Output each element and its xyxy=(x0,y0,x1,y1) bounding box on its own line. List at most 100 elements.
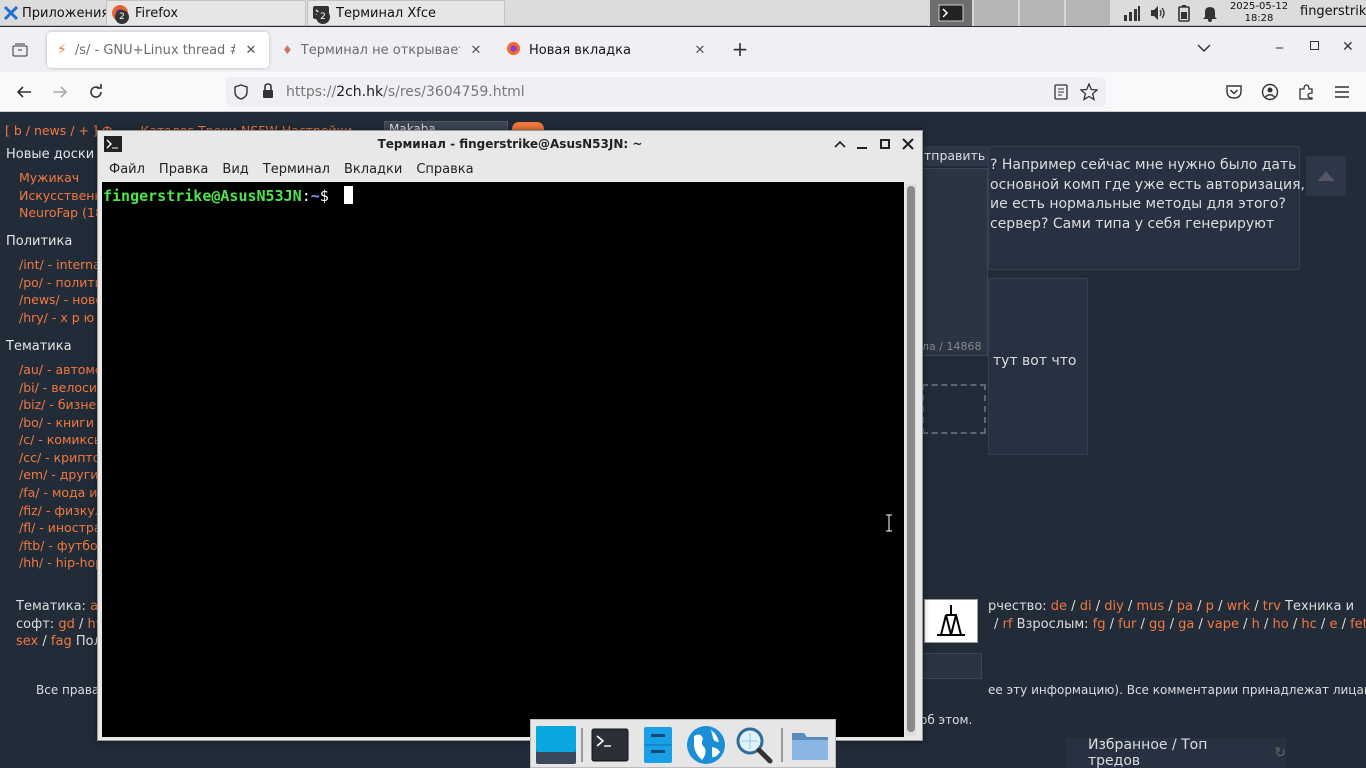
tab-new-tab[interactable]: Новая вкладка ✕ xyxy=(496,32,718,68)
maximize-window-icon[interactable] xyxy=(1310,41,1319,50)
terminal-window[interactable]: Терминал - fingerstrike@AsusN53JN: ~ Фай… xyxy=(97,130,923,741)
footer-link[interactable]: ho xyxy=(1273,617,1289,632)
board-link[interactable]: /c/ - комиксы xyxy=(19,432,104,447)
top-nav-text[interactable]: [ b / news / + ] xyxy=(5,123,102,138)
menu-help[interactable]: Справка xyxy=(416,162,473,177)
footer-link[interactable]: mus xyxy=(1136,599,1164,614)
lock-icon[interactable] xyxy=(261,83,275,99)
menu-view[interactable]: Вид xyxy=(222,162,248,177)
tab-s-gnu-linux[interactable]: ⚡ /s/ - GNU+Linux thread #205 ✕ xyxy=(47,32,269,68)
task-firefox[interactable]: 2 Firefox xyxy=(106,0,306,26)
network-icon[interactable] xyxy=(1122,3,1142,23)
footer-link[interactable]: gd xyxy=(58,617,75,632)
minimize-window-icon[interactable]: ‒ xyxy=(1275,40,1284,56)
new-tab-plus-icon[interactable]: + xyxy=(730,38,750,60)
menu-edit[interactable]: Правка xyxy=(159,162,208,177)
captcha-input[interactable] xyxy=(922,653,982,679)
footer-link[interactable]: sex xyxy=(16,634,38,649)
close-icon[interactable] xyxy=(901,137,915,151)
favorites-panel[interactable]: Избранное / Топ тредов ↻ xyxy=(1066,737,1286,768)
close-icon[interactable]: ✕ xyxy=(692,43,708,58)
menu-tabs[interactable]: Вкладки xyxy=(344,162,402,177)
footer-link[interactable]: hc xyxy=(1301,617,1316,632)
footer-link[interactable]: wrk xyxy=(1227,599,1251,614)
footer-link[interactable]: h xyxy=(1252,617,1260,632)
menu-file[interactable]: Файл xyxy=(109,162,145,177)
board-link[interactable]: /bi/ - велосип xyxy=(19,380,105,395)
web-browser-globe-icon[interactable] xyxy=(685,724,727,766)
refresh-icon[interactable]: ↻ xyxy=(1274,745,1286,761)
board-link[interactable]: /fiz/ - физкул xyxy=(19,503,103,518)
close-icon[interactable]: ✕ xyxy=(468,43,484,58)
board-link[interactable]: /fa/ - мода и xyxy=(19,485,97,500)
shield-icon[interactable] xyxy=(233,84,249,100)
close-icon[interactable]: ✕ xyxy=(243,43,259,58)
reload-icon[interactable] xyxy=(84,80,108,104)
send-button[interactable]: тправить xyxy=(922,146,988,166)
footer-link[interactable]: fg xyxy=(1093,617,1106,632)
footer-link[interactable]: gg xyxy=(1149,617,1166,632)
terminal-scrollbar[interactable] xyxy=(906,184,916,736)
pocket-icon[interactable] xyxy=(1225,84,1243,100)
maximize-icon[interactable] xyxy=(878,137,892,151)
terminal-output[interactable]: fingerstrike@AsusN53JN:~$ xyxy=(102,182,904,737)
extensions-puzzle-icon[interactable] xyxy=(1297,83,1315,101)
board-link[interactable]: /au/ - автомо xyxy=(19,362,103,377)
board-link[interactable]: /em/ - другие xyxy=(19,467,106,482)
board-link[interactable]: /bo/ - книги xyxy=(19,415,94,430)
user-menu[interactable]: fingerstrike xyxy=(1300,0,1366,26)
tab-groups-icon[interactable] xyxy=(10,40,30,60)
workspace-1[interactable] xyxy=(928,0,972,26)
folder-icon[interactable] xyxy=(789,724,831,766)
show-desktop-icon[interactable] xyxy=(534,723,578,767)
account-icon[interactable] xyxy=(1261,83,1279,101)
board-link[interactable]: Мужикач xyxy=(19,170,79,185)
board-link[interactable]: /int/ - internat xyxy=(19,257,106,272)
footer-link[interactable]: di xyxy=(1080,599,1092,614)
scroll-up-icon[interactable] xyxy=(1306,156,1346,196)
footer-link[interactable]: vape xyxy=(1207,617,1239,632)
board-link[interactable]: /news/ - ново xyxy=(19,292,103,307)
file-drop-zone[interactable] xyxy=(922,384,986,434)
hamburger-menu-icon[interactable] xyxy=(1333,83,1351,101)
bookmark-star-icon[interactable] xyxy=(1079,82,1099,101)
board-link[interactable]: /cc/ - крипто xyxy=(19,450,100,465)
footer-link[interactable]: e xyxy=(1329,617,1337,632)
volume-icon[interactable] xyxy=(1148,3,1168,23)
footer-link[interactable]: fag xyxy=(51,634,72,649)
board-link[interactable]: /hh/ - hip-hop xyxy=(19,555,103,570)
notification-bell-icon[interactable] xyxy=(1200,3,1220,23)
menu-terminal[interactable]: Терминал xyxy=(263,162,330,177)
file-manager-icon[interactable] xyxy=(637,724,679,766)
footer-link[interactable]: pa xyxy=(1177,599,1193,614)
chevron-up-icon[interactable] xyxy=(833,137,847,151)
footer-link[interactable]: rf xyxy=(1003,617,1013,632)
minimize-icon[interactable] xyxy=(855,137,869,151)
workspace-2[interactable] xyxy=(972,0,1018,26)
footer-link[interactable]: p xyxy=(1206,599,1214,614)
terminal-launcher-icon[interactable] xyxy=(589,724,631,766)
board-link[interactable]: /ftb/ - футбол xyxy=(19,538,106,553)
board-link[interactable]: /biz/ - бизнес xyxy=(19,397,103,412)
footer-link[interactable]: fet xyxy=(1350,617,1366,632)
clock[interactable]: 2025-05-12 18:28 xyxy=(1226,0,1292,26)
footer-link[interactable]: trv xyxy=(1263,599,1281,614)
reader-view-icon[interactable] xyxy=(1053,84,1069,100)
reply-textarea[interactable] xyxy=(922,168,988,356)
back-arrow-icon[interactable] xyxy=(12,80,36,104)
footer-link[interactable]: de xyxy=(1051,599,1067,614)
footer-link[interactable]: fur xyxy=(1118,617,1136,632)
battery-icon[interactable] xyxy=(1174,3,1194,23)
task-terminal[interactable]: 2 Терминал Xfce xyxy=(307,0,505,26)
footer-link[interactable]: diy xyxy=(1104,599,1124,614)
applications-menu-button[interactable]: Приложения ☰ xyxy=(0,0,122,26)
close-window-icon[interactable]: ✕ xyxy=(1342,39,1354,55)
footer-link[interactable]: ga xyxy=(1178,617,1194,632)
tab-terminal-issue[interactable]: ♦ Терминал не открывается! ✕ xyxy=(272,32,494,68)
forward-arrow-icon[interactable] xyxy=(48,80,72,104)
search-magnifier-icon[interactable] xyxy=(733,724,775,766)
board-link[interactable]: /po/ - полити xyxy=(19,275,103,290)
board-link[interactable]: /fl/ - иностра xyxy=(19,520,101,535)
board-link[interactable]: NeuroFap (18 xyxy=(19,205,103,220)
board-link[interactable]: /hry/ - х р ю xyxy=(19,310,94,325)
